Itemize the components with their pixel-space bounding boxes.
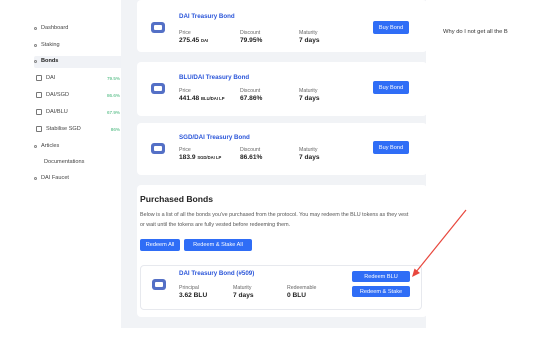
bond-icon <box>152 279 166 290</box>
redeemable-value: 0 BLU <box>287 292 307 299</box>
maturity-value: 7 days <box>299 37 320 44</box>
principal-value: 3.62 BLU <box>179 292 208 299</box>
maturity-label: Maturity <box>299 30 318 36</box>
discount-value: 67.86% <box>240 95 263 102</box>
maturity-label: Maturity <box>299 88 318 94</box>
faq-question[interactable]: Why do I not get all the B <box>443 29 508 35</box>
redeem-all-button[interactable]: Redeem All <box>140 239 180 251</box>
maturity-value: 7 days <box>299 154 320 161</box>
price-label: Price <box>179 88 191 94</box>
redeemable-label: Redeemable <box>287 285 317 291</box>
buy-bond-button[interactable]: Buy Bond <box>373 141 409 154</box>
buy-bond-button[interactable]: Buy Bond <box>373 21 409 34</box>
bonds-icon <box>34 59 39 64</box>
maturity-value: 7 days <box>299 95 320 102</box>
pool-icon <box>36 92 42 98</box>
articles-icon <box>34 144 39 149</box>
price-value: 275.45 DAI <box>179 37 209 44</box>
discount-label: Discount <box>240 147 261 153</box>
discount-value: 86.61% <box>240 154 263 161</box>
faq-panel <box>426 0 518 328</box>
price-label: Price <box>179 147 191 153</box>
price-value: 183.9 SGD/DAI LP <box>179 154 222 161</box>
redeem-stake-button[interactable]: Redeem & Stake <box>352 286 410 297</box>
buy-bond-button[interactable]: Buy Bond <box>373 81 409 94</box>
pool-icon <box>36 109 42 115</box>
discount-label: Discount <box>240 30 261 36</box>
dashboard-icon <box>34 26 39 31</box>
bond-icon <box>151 83 165 94</box>
pool-icon <box>36 75 42 81</box>
bond-title: DAI Treasury Bond <box>179 13 235 20</box>
maturity-value: 7 days <box>233 292 254 299</box>
price-value: 441.48 BLU/DAI LP <box>179 95 225 102</box>
maturity-label: Maturity <box>299 147 318 153</box>
purchased-bonds-description: Below is a list of all the bonds you've … <box>140 212 409 228</box>
bond-icon <box>151 22 165 33</box>
price-label: Price <box>179 30 191 36</box>
redeem-blu-button[interactable]: Redeem BLU <box>352 271 410 282</box>
sidebar: Dashboard Staking Bonds DAI 79.5% DAI/SG… <box>0 0 128 360</box>
faucet-icon <box>34 176 39 181</box>
bond-icon <box>151 143 165 154</box>
redeem-stake-all-button[interactable]: Redeem & Stake All <box>184 239 252 251</box>
bond-card-dai: DAI Treasury Bond Price 275.45 DAI Disco… <box>137 0 427 52</box>
purchased-bonds-title: Purchased Bonds <box>140 194 214 204</box>
bond-title: BLU/DAI Treasury Bond <box>179 74 250 81</box>
discount-label: Discount <box>240 88 261 94</box>
bond-title: SGD/DAI Treasury Bond <box>179 134 250 141</box>
staking-icon <box>34 43 39 48</box>
maturity-label: Maturity <box>233 285 252 291</box>
discount-value: 79.95% <box>240 37 263 44</box>
bond-card-blu-dai: BLU/DAI Treasury Bond Price 441.48 BLU/D… <box>137 62 427 116</box>
purchased-bond-title: DAI Treasury Bond (#509) <box>179 270 255 277</box>
pool-icon <box>36 126 42 132</box>
principal-label: Principal <box>179 285 199 291</box>
bond-card-sgd-dai: SGD/DAI Treasury Bond Price 183.9 SGD/DA… <box>137 123 427 175</box>
